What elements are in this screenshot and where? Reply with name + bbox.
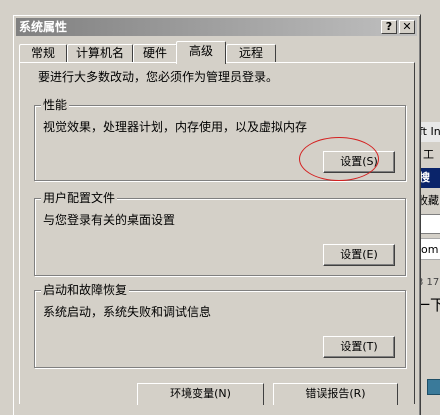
startup-recovery-legend: 启动和故障恢复 <box>41 283 130 297</box>
startup-recovery-settings-button[interactable]: 设置(T) <box>323 336 395 358</box>
user-profiles-settings-button[interactable]: 设置(E) <box>323 244 395 266</box>
tab-remote[interactable]: 远程 <box>226 44 276 63</box>
tab-strip: 常规 计算机名 硬件 高级 远程 <box>19 41 412 64</box>
performance-legend: 性能 <box>41 98 70 112</box>
help-button[interactable]: ? <box>381 20 397 34</box>
tab-general[interactable]: 常规 <box>19 44 67 63</box>
window-title: 系统属性 <box>19 20 68 34</box>
user-profiles-description: 与您登录有关的桌面设置 <box>43 213 176 227</box>
tab-advanced[interactable]: 高级 <box>176 41 226 64</box>
startup-recovery-group: 启动和故障恢复 系统启动，系统失败和调试信息 设置(T) <box>34 283 406 368</box>
tab-computer-name[interactable]: 计算机名 <box>67 44 133 63</box>
error-reporting-button[interactable]: 错误报告(R) <box>273 383 398 405</box>
title-bar[interactable]: 系统属性 ? ✕ <box>16 18 417 36</box>
user-profiles-legend: 用户配置文件 <box>41 191 118 205</box>
user-profiles-group: 用户配置文件 与您登录有关的桌面设置 设置(E) <box>34 191 406 276</box>
environment-variables-button[interactable]: 环境变量(N) <box>137 383 264 405</box>
startup-recovery-description: 系统启动，系统失败和调试信息 <box>43 305 212 319</box>
admin-note: 要进行大多数改动，您必须作为管理员登录。 <box>38 70 279 84</box>
tab-hardware[interactable]: 硬件 <box>133 44 177 63</box>
red-annotation-circle <box>299 137 379 181</box>
performance-description: 视觉效果，处理器计划，内存使用，以及虚拟内存 <box>43 120 308 134</box>
close-button[interactable]: ✕ <box>399 20 415 34</box>
